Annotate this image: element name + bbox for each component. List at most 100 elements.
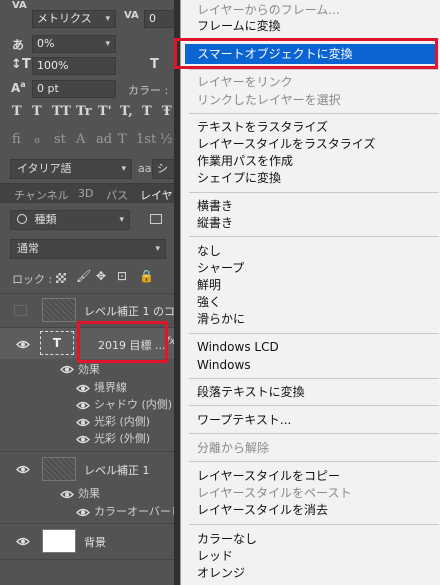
menu-item-convert-to-paragraph[interactable]: 段落テキストに変換	[197, 383, 305, 401]
underline-button[interactable]: T	[142, 104, 152, 119]
superscript-button[interactable]: T'	[98, 104, 112, 119]
eye-icon[interactable]	[16, 537, 30, 546]
menu-item-rasterize-layer-style[interactable]: レイヤースタイルをラスタライズ	[197, 135, 375, 153]
menu-item-warp-text[interactable]: ワープテキスト...	[197, 411, 291, 429]
menu-separator	[189, 69, 439, 70]
menu-item-copy-layer-style[interactable]: レイヤースタイルをコピー	[197, 467, 340, 485]
tracking-value: 0	[149, 12, 156, 25]
menu-item-clear-layer-style[interactable]: レイヤースタイルを消去	[197, 501, 328, 519]
annotation-highlight-box	[77, 321, 168, 363]
small-caps-button[interactable]: Tr	[76, 104, 92, 119]
faux-bold-button[interactable]: T	[12, 104, 22, 119]
lock-brush-icon[interactable]: 🖌	[76, 269, 91, 283]
menu-item-aa-crisp[interactable]: 鮮明	[197, 276, 221, 294]
menu-item-vertical[interactable]: 縦書き	[197, 214, 233, 232]
menu-item-link-layers[interactable]: レイヤーをリンク	[197, 73, 293, 91]
context-menu: レイヤーからのフレーム... フレームに変換 スマートオブジェクトに変換 レイヤ…	[174, 0, 440, 585]
lock-position-icon[interactable]: ✥	[96, 269, 106, 283]
menu-item-release-isolation[interactable]: 分離から解除	[197, 439, 269, 457]
tab-channels[interactable]: チャンネル	[14, 187, 69, 203]
ligature-button[interactable]: fi	[12, 132, 21, 147]
search-icon	[17, 214, 27, 224]
menu-separator	[189, 461, 439, 462]
swash-button[interactable]: A	[76, 132, 85, 147]
menu-separator	[189, 433, 439, 434]
tsume-icon: あ	[12, 38, 25, 52]
menu-item-horizontal[interactable]: 横書き	[197, 197, 233, 215]
tracking-input[interactable]: 0	[144, 10, 176, 28]
menu-item-aa-strong[interactable]: 強く	[197, 293, 221, 311]
titling-button[interactable]: ad	[96, 132, 112, 147]
visibility-off-box[interactable]	[14, 305, 27, 316]
effects-label: 効果	[78, 363, 100, 376]
layer-row[interactable]: レベル補正 1	[0, 451, 180, 485]
layer-name: レベル補正 1	[84, 464, 150, 477]
faux-italic-button[interactable]: T	[32, 104, 42, 119]
discretionary-ligature-button[interactable]: ℴ	[34, 132, 40, 147]
eye-icon[interactable]	[60, 365, 74, 374]
tsume-select[interactable]: 0% ▾	[32, 35, 116, 53]
menu-item-paste-layer-style[interactable]: レイヤースタイルをペースト	[197, 484, 351, 502]
vertical-scale-icon: ↕T	[11, 57, 31, 72]
kerning-select[interactable]: メトリクス ▾	[32, 10, 116, 28]
lock-artboard-icon[interactable]: ⊡	[117, 269, 127, 283]
menu-item-aa-sharp[interactable]: シャープ	[197, 259, 244, 277]
character-layers-panel: VA メトリクス ▾ VA 0 あ 0% ▾ ↕T 100% T Aa 0 pt…	[0, 0, 193, 585]
menu-item-convert-to-frame[interactable]: フレームに変換	[197, 17, 281, 35]
menu-separator	[189, 378, 439, 379]
blend-mode-select[interactable]: 通常 ▾	[10, 239, 166, 259]
opentype-buttons: fi ℴ st A ad T 1st ½	[0, 130, 180, 152]
chevron-down-icon: ▾	[155, 244, 160, 254]
vertical-scale-value: 100%	[37, 59, 69, 72]
eye-icon[interactable]	[76, 384, 90, 393]
stylistic-button[interactable]: st	[54, 132, 66, 147]
contextual-button[interactable]: T	[118, 132, 127, 147]
menu-item-convert-to-shape[interactable]: シェイプに変換	[197, 169, 281, 187]
lock-transparency-icon[interactable]	[56, 273, 66, 283]
menu-item-create-work-path[interactable]: 作業用パスを作成	[197, 152, 293, 170]
anti-alias-value: シ	[157, 162, 168, 175]
eye-icon[interactable]	[76, 418, 90, 427]
fraction-button[interactable]: ½	[160, 132, 173, 147]
blend-mode-value: 通常	[17, 242, 39, 255]
lock-all-icon[interactable]: 🔒	[139, 269, 154, 283]
tracking-va-icon: VA	[124, 10, 139, 21]
menu-item-windows[interactable]: Windows	[197, 356, 251, 374]
all-caps-button[interactable]: TT	[52, 104, 71, 119]
eye-icon[interactable]	[76, 435, 90, 444]
menu-item-windows-lcd[interactable]: Windows LCD	[197, 338, 279, 356]
eye-icon[interactable]	[60, 490, 74, 499]
menu-item-orange[interactable]: オレンジ	[197, 564, 245, 582]
eye-icon[interactable]	[76, 401, 90, 410]
language-select[interactable]: イタリア語 ▾	[10, 159, 132, 179]
menu-item-rasterize-type[interactable]: テキストをラスタライズ	[197, 118, 328, 136]
menu-separator	[189, 113, 439, 114]
eye-icon[interactable]	[16, 340, 30, 349]
chevron-down-icon: ▾	[119, 215, 124, 225]
menu-item-aa-smooth[interactable]: 滑らかに	[197, 310, 245, 328]
menu-item-aa-none[interactable]: なし	[197, 242, 221, 260]
tab-3d[interactable]: 3D	[78, 187, 93, 200]
subscript-button[interactable]: T,	[120, 104, 133, 119]
vertical-scale-input[interactable]: 100%	[32, 57, 116, 75]
baseline-shift-input[interactable]: 0 pt	[32, 80, 116, 98]
color-label: カラー :	[128, 84, 169, 97]
eye-icon[interactable]	[76, 508, 90, 517]
menu-separator	[189, 333, 439, 334]
menu-separator	[189, 524, 439, 525]
menu-item-red[interactable]: レッド	[197, 547, 233, 565]
menu-separator	[189, 405, 439, 406]
image-filter-icon[interactable]	[150, 214, 162, 224]
ordinal-button[interactable]: 1st	[136, 132, 156, 147]
horizontal-scale-icon: T	[150, 57, 159, 72]
layer-filter-select[interactable]: 種類 ▾	[10, 210, 130, 230]
tab-paths[interactable]: パス	[106, 187, 128, 203]
layer-row-background[interactable]: 背景	[0, 523, 180, 557]
menu-item-no-color[interactable]: カラーなし	[197, 530, 257, 548]
effect-inner-glow: 光彩 (内側)	[94, 415, 151, 428]
kerning-va-icon: VA	[12, 0, 27, 11]
layer-name: 背景	[84, 536, 106, 549]
menu-item-select-linked-layers[interactable]: リンクしたレイヤーを選択	[197, 91, 341, 109]
strikethrough-button[interactable]: Ŧ	[162, 104, 172, 119]
eye-icon[interactable]	[16, 465, 30, 474]
